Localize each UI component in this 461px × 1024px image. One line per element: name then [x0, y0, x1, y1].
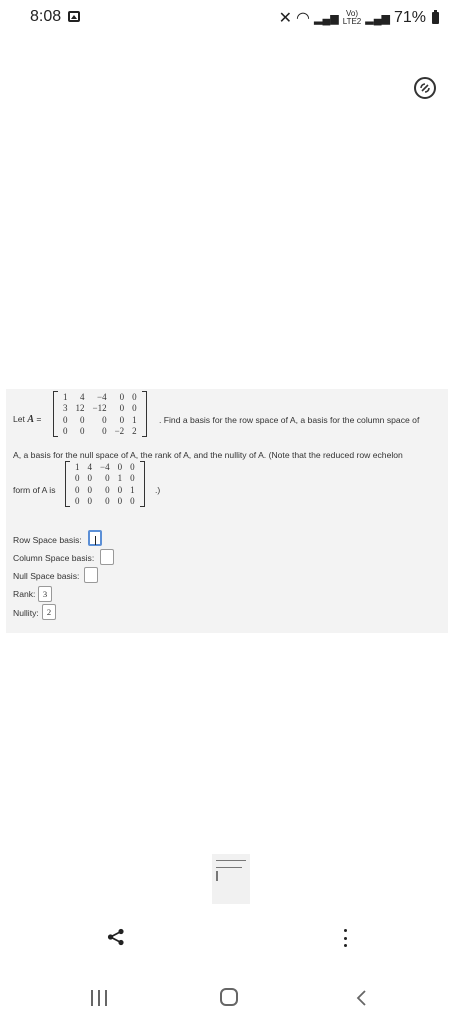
home-button[interactable]	[220, 988, 238, 1006]
matrix-rref-cell: 0	[75, 473, 80, 484]
matrix-a-cell: 0	[119, 414, 125, 425]
volte-indicator: Vo) LTE2	[342, 9, 362, 26]
matrix-rref-cell: 0	[117, 484, 123, 495]
matrix-rref: 1 4 −4 0 0 0 0 0 1 0 0 0 0 0 1 0 0 0 0 0	[65, 461, 145, 507]
rref-outro: .)	[155, 485, 161, 495]
matrix-rref-cell: 1	[117, 473, 123, 484]
matrix-rref-cell: −4	[100, 461, 110, 472]
status-icons: ✕ ◠ ▂▄▆ Vo) LTE2 ▂▄▆ 71%	[279, 8, 439, 28]
problem-panel: Let A = 1 4 −4 0 0 3 12 −12 0 0 0 0 0 0 1 0 0 0 −2 2 . Find…	[6, 389, 448, 633]
wifi-icon: ◠	[296, 10, 310, 27]
matrix-a-cell: 1	[63, 391, 68, 402]
nullity-label: Nullity:	[13, 608, 39, 618]
signal-icon-2: ▂▄▆	[365, 12, 390, 25]
let-label: Let A =	[13, 414, 42, 425]
matrix-a-cell: 4	[80, 391, 85, 402]
matrix-a-cell: 0	[80, 426, 85, 437]
matrix-rref-cell: 0	[130, 473, 135, 484]
matrix-rref-cell: 0	[130, 461, 135, 472]
nullity-input[interactable]: 2	[42, 604, 56, 620]
signal-icon: ▂▄▆	[314, 12, 339, 25]
gallery-notification-icon	[68, 11, 80, 22]
matrix-rref-cell: 0	[117, 496, 123, 507]
rotate-screen-icon[interactable]	[414, 77, 436, 99]
matrix-a-cell: −12	[92, 403, 107, 414]
row-space-input[interactable]	[88, 530, 102, 546]
matrix-rref-cell: 0	[75, 496, 80, 507]
null-space-input[interactable]	[84, 567, 98, 583]
column-space-input[interactable]	[100, 549, 114, 565]
matrix-a-cell: 1	[132, 414, 137, 425]
row-space-label: Row Space basis:	[13, 535, 82, 545]
recent-apps-button[interactable]	[91, 990, 107, 1006]
prompt-line-1: . Find a basis for the row space of A, a…	[159, 415, 420, 425]
matrix-rref-cell: 0	[105, 473, 110, 484]
share-icon[interactable]	[107, 928, 125, 946]
matrix-a: 1 4 −4 0 0 3 12 −12 0 0 0 0 0 0 1 0 0 0 −2 2	[53, 391, 147, 437]
matrix-a-cell: 0	[132, 403, 137, 414]
matrix-a-cell: −4	[97, 391, 107, 402]
matrix-a-cell: 0	[80, 414, 85, 425]
prompt-line-2: A, a basis for the null space of A, the …	[13, 450, 403, 460]
matrix-rref-cell: 1	[130, 484, 135, 495]
matrix-rref-cell: 0	[87, 496, 93, 507]
matrix-rref-cell: 1	[75, 461, 80, 472]
matrix-a-cell: 0	[102, 426, 107, 437]
rank-input[interactable]: 3	[38, 586, 52, 602]
matrix-a-cell: 0	[63, 426, 68, 437]
matrix-rref-cell: 0	[130, 496, 135, 507]
matrix-a-cell: 0	[63, 414, 68, 425]
battery-percent: 71%	[393, 9, 426, 26]
null-space-label: Null Space basis:	[13, 571, 80, 581]
matrix-a-cell: 0	[119, 403, 125, 414]
battery-icon	[432, 10, 439, 24]
mute-icon: ✕	[278, 10, 293, 27]
matrix-a-row: 1 4 −4 0 0	[59, 391, 141, 403]
navigation-bar	[0, 975, 461, 1024]
status-bar: 8:08 ✕ ◠ ▂▄▆ Vo) LTE2 ▂▄▆ 71%	[0, 0, 461, 36]
clock: 8:08	[30, 8, 62, 25]
rank-label: Rank:	[13, 589, 36, 599]
rref-intro: form of A is	[13, 485, 56, 495]
matrix-rref-cell: 0	[87, 473, 93, 484]
matrix-a-cell: 0	[102, 414, 107, 425]
matrix-rref-row: 00010	[71, 473, 139, 485]
matrix-a-row: 0 0 0 −2 2	[59, 426, 141, 438]
matrix-rref-cell: 0	[75, 484, 80, 495]
matrix-a-cell: 12	[75, 403, 85, 414]
matrix-rref-row: 1 4 −4 0 0	[71, 461, 139, 473]
matrix-rref-row: 00000	[71, 496, 139, 508]
matrix-rref-cell: 0	[105, 484, 110, 495]
matrix-rref-cell: 0	[87, 484, 93, 495]
column-space-label: Column Space basis:	[13, 553, 95, 563]
matrix-rref-cell: 4	[87, 461, 93, 472]
matrix-a-row: 3 12 −12 0 0	[59, 403, 141, 415]
matrix-a-row: 00001	[59, 414, 141, 426]
matrix-a-cell: −2	[114, 426, 125, 437]
more-options-icon[interactable]	[338, 929, 352, 947]
screenshot-thumbnail[interactable]	[212, 854, 250, 904]
matrix-a-cell: 0	[119, 391, 125, 402]
matrix-a-cell: 2	[132, 426, 137, 437]
matrix-a-cell: 3	[63, 403, 68, 414]
matrix-a-cell: 0	[132, 391, 137, 402]
matrix-rref-cell: 0	[117, 461, 123, 472]
matrix-rref-row: 00001	[71, 484, 139, 496]
back-button[interactable]	[353, 989, 371, 1007]
matrix-rref-cell: 0	[105, 496, 110, 507]
